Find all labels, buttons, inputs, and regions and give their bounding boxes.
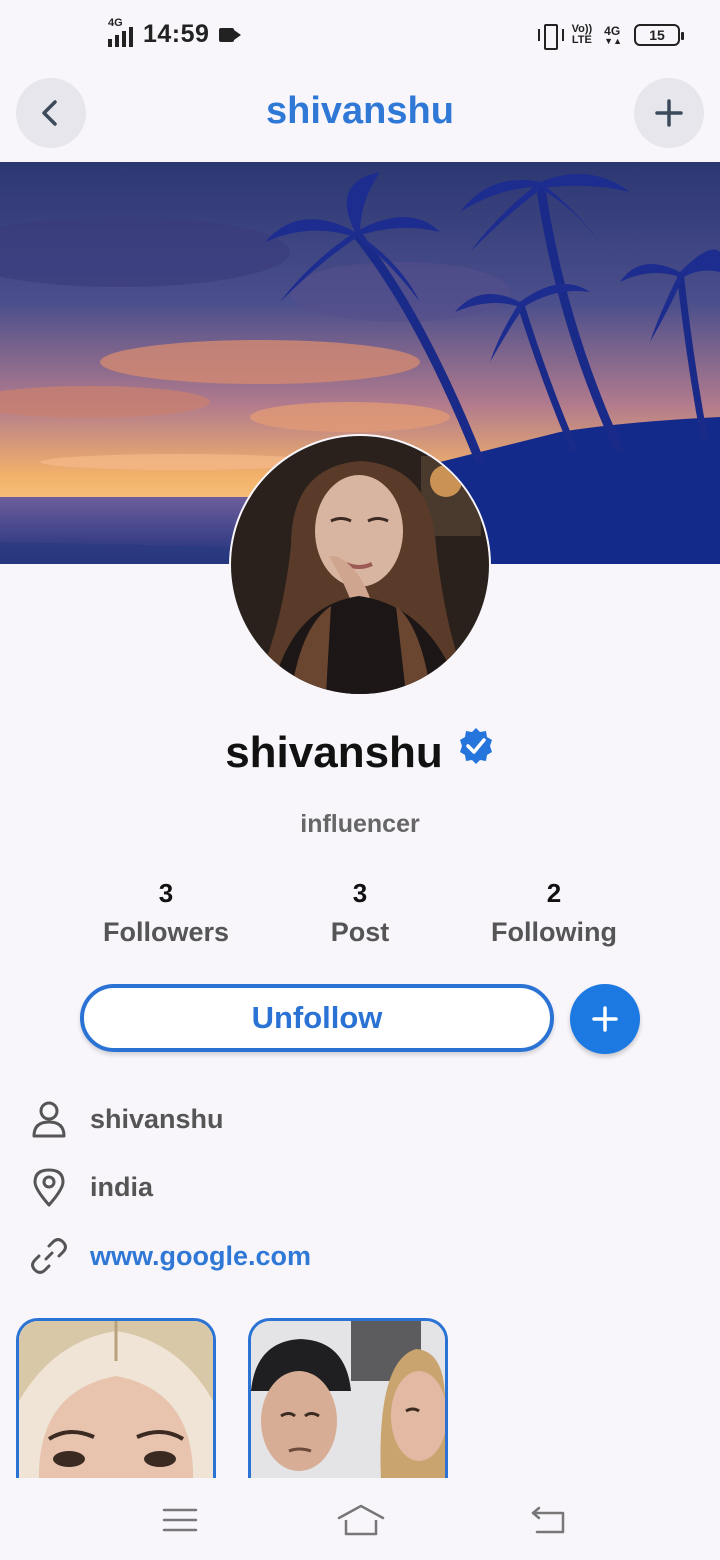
stat-post[interactable]: 3 Post (260, 878, 460, 948)
post-thumbnail[interactable] (248, 1318, 448, 1478)
location-pin-icon (28, 1166, 70, 1208)
profile-screen: 4G 14:59 Vo)) LTE 4G ▼▲ 15 shivanshu shi… (0, 0, 720, 1560)
avatar[interactable] (229, 434, 491, 696)
stat-followers[interactable]: 3 Followers (66, 878, 266, 948)
post-label: Post (330, 917, 390, 947)
followers-count: 3 (158, 878, 174, 908)
post-image-couple (251, 1321, 445, 1478)
status-right: Vo)) LTE 4G ▼▲ 15 (537, 22, 684, 50)
post-thumbnail[interactable] (16, 1318, 216, 1478)
info-username-row: shivanshu (28, 1097, 224, 1141)
data-arrows-icon: ▼▲ (604, 35, 622, 46)
unfollow-button[interactable]: Unfollow (80, 984, 554, 1052)
volte-indicator: Vo)) LTE (572, 24, 593, 46)
page-title: shivanshu (266, 90, 454, 132)
nav-home-button[interactable] (336, 1500, 386, 1540)
top-bar: shivanshu (0, 78, 720, 150)
info-location: india (90, 1171, 154, 1202)
post-count: 3 (352, 878, 368, 908)
status-left: 4G 14:59 (108, 17, 242, 49)
vibrate-icon (537, 22, 564, 50)
nav-menu-button[interactable] (155, 1500, 205, 1540)
profile-subtitle: influencer (300, 810, 420, 838)
post-image-blonde-woman (19, 1321, 213, 1478)
nav-back-button[interactable] (524, 1500, 574, 1540)
link-icon (28, 1235, 70, 1277)
add-action-button[interactable] (570, 984, 640, 1054)
back-icon (531, 1506, 565, 1534)
network-type: 4G (108, 16, 123, 29)
info-username: shivanshu (90, 1103, 224, 1134)
add-button[interactable] (634, 78, 704, 148)
profile-name: shivanshu (0, 728, 720, 780)
home-icon (337, 1504, 385, 1536)
battery-icon: 15 (634, 24, 684, 46)
network-type-right: 4G ▼▲ (604, 25, 622, 46)
info-website-link[interactable]: www.google.com (90, 1241, 311, 1272)
plus-icon (592, 1006, 618, 1032)
unfollow-button-label: Unfollow (251, 1000, 383, 1035)
profile-photo (231, 436, 489, 694)
profile-name-text: shivanshu (225, 728, 443, 777)
volte-bottom-label: LTE (571, 34, 592, 46)
info-website-row[interactable]: www.google.com (28, 1234, 311, 1278)
stat-following[interactable]: 2 Following (454, 878, 654, 948)
user-icon (28, 1098, 70, 1140)
followers-label: Followers (102, 917, 230, 947)
stats-row: 3 Followers 3 Post 2 Following (0, 878, 720, 958)
following-label: Following (491, 917, 617, 947)
battery-level: 15 (649, 27, 665, 43)
menu-icon (162, 1508, 198, 1532)
info-location-row: india (28, 1165, 153, 1209)
system-nav-bar (0, 1478, 720, 1560)
status-bar: 4G 14:59 Vo)) LTE 4G ▼▲ 15 (0, 0, 720, 72)
verified-badge-icon (457, 726, 495, 776)
network-type-right-label: 4G (604, 23, 621, 38)
following-count: 2 (546, 878, 562, 908)
clock: 14:59 (143, 20, 210, 48)
signal-icon: 4G (108, 17, 133, 47)
plus-icon (655, 99, 683, 127)
video-camera-icon (219, 27, 242, 43)
